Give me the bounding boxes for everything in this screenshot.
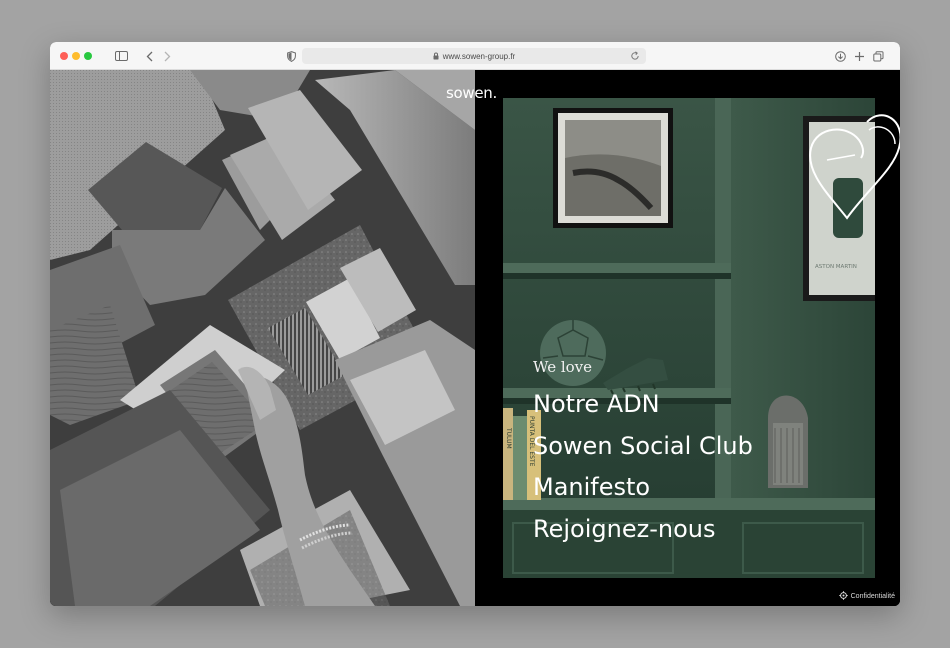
shield-icon[interactable] xyxy=(285,48,297,64)
page-content: ASTON MARTIN TULUM PUNTA DEL ESTE sowen.… xyxy=(50,70,900,606)
menu-item-sowen-social-club[interactable]: Sowen Social Club xyxy=(533,426,753,468)
sidebar-icon[interactable] xyxy=(114,48,128,64)
minimize-window-button[interactable] xyxy=(72,52,80,60)
book-spine: TULUM xyxy=(505,427,512,449)
menu-item-rejoignez-nous[interactable]: Rejoignez-nous xyxy=(533,509,753,551)
privacy-label: Confidentialité xyxy=(850,593,895,600)
privacy-button[interactable]: Confidentialité xyxy=(838,591,895,602)
close-window-button[interactable] xyxy=(60,52,68,60)
main-menu: We love Notre ADN Sowen Social Club Mani… xyxy=(533,358,753,550)
poster-text: ASTON MARTIN xyxy=(815,264,857,270)
browser-toolbar: www.sowen-group.fr xyxy=(50,42,900,70)
browser-window: www.sowen-group.fr ASTON MARTIN TULUM PU… xyxy=(50,42,900,606)
new-tab-icon[interactable] xyxy=(853,48,865,64)
download-icon[interactable] xyxy=(834,48,846,64)
menu-item-notre-adn[interactable]: Notre ADN xyxy=(533,384,753,426)
sowen-logo[interactable]: sowen. xyxy=(446,84,497,102)
gear-icon xyxy=(838,591,848,602)
menu-item-manifesto[interactable]: Manifesto xyxy=(533,467,753,509)
address-bar[interactable]: www.sowen-group.fr xyxy=(302,48,646,64)
lock-icon xyxy=(433,52,439,60)
maximize-window-button[interactable] xyxy=(84,52,92,60)
forward-icon[interactable] xyxy=(162,48,172,64)
url-text: www.sowen-group.fr xyxy=(442,51,516,61)
reload-icon[interactable] xyxy=(630,51,640,61)
back-icon[interactable] xyxy=(144,48,154,64)
heart-doodle-icon xyxy=(809,114,900,220)
menu-kicker: We love xyxy=(533,358,593,376)
tabs-icon[interactable] xyxy=(872,48,884,64)
materials-photo xyxy=(50,70,475,606)
